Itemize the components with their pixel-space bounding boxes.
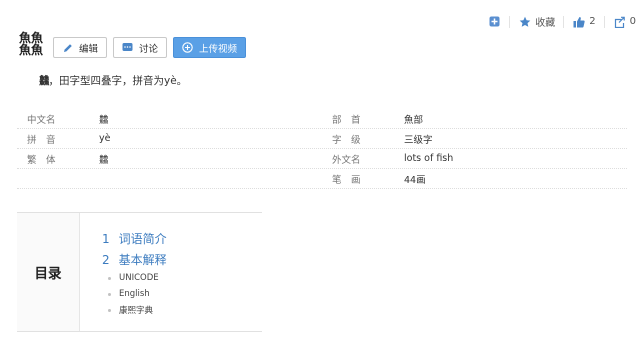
favorite-button[interactable]: 收藏 (518, 14, 555, 29)
toc-section-link[interactable]: 2 基本解释 (102, 249, 167, 270)
info-row: 繁 体 䲜 外文名 lots of fish (17, 149, 627, 169)
info-value: 44画 (404, 174, 426, 186)
toc-section-number: 1 (102, 231, 110, 246)
four-fish-character-icon: 魚魚 魚魚 (18, 31, 44, 57)
bullet-icon (108, 292, 111, 296)
info-value: 䲜 (99, 114, 109, 126)
bullet-icon (108, 276, 111, 280)
upload-video-label: 上传视频 (199, 43, 238, 55)
toc-subitem-label: 康熙字典 (119, 306, 154, 316)
like-count: 2 (589, 16, 596, 27)
toc-subitem-link[interactable]: English (102, 286, 167, 302)
page-title: 魚魚 魚魚 编辑 讨论 上传视频 (17, 31, 247, 58)
toc-section-label: 词语简介 (118, 232, 167, 246)
edit-label: 编辑 (79, 43, 99, 55)
info-row: 笔 画 44画 (17, 169, 627, 189)
upload-video-button[interactable]: 上传视频 (173, 37, 247, 58)
star-icon (518, 15, 531, 28)
discuss-button[interactable]: 讨论 (113, 37, 168, 58)
info-value: yè (99, 133, 111, 144)
toc-subitem-label: English (119, 289, 150, 299)
pencil-icon (62, 42, 73, 53)
edit-button[interactable]: 编辑 (53, 37, 108, 58)
bullet-icon (108, 308, 111, 312)
like-button[interactable]: 2 (572, 15, 596, 28)
chat-icon (122, 42, 133, 53)
add-icon[interactable] (488, 15, 501, 28)
favorite-label: 收藏 (535, 18, 556, 29)
info-key: 外文名 (332, 154, 361, 166)
info-value: 魚部 (404, 114, 424, 126)
info-value: lots of fish (404, 153, 454, 164)
info-row: 中文名 䲜 部 首 魚部 (17, 109, 627, 129)
info-key: 字 级 (332, 134, 361, 146)
info-key: 繁 体 (27, 154, 56, 166)
toc-subitem-link[interactable]: 康熙字典 (102, 302, 167, 318)
info-key: 中文名 (27, 114, 56, 126)
info-key: 笔 画 (332, 174, 361, 186)
top-action-bar: 收藏 2 0 (488, 14, 636, 29)
basic-info-table: 中文名䲜 部 首魚部 拼 音 yè 字 级三级字 繁 体䲜 外文名 lots of … (17, 109, 627, 189)
share-count: 0 (629, 16, 636, 27)
share-icon (613, 15, 626, 28)
info-key: 部 首 (332, 114, 361, 126)
toc-section-link[interactable]: 1 词语简介 (102, 228, 167, 249)
thumbs-up-icon (572, 15, 585, 28)
toc-section-label: 基本解释 (118, 253, 167, 267)
toc-subitem-label: UNICODE (119, 273, 159, 283)
info-key: 拼 音 (27, 134, 56, 146)
summary-glyph: 䲜 (39, 75, 49, 87)
table-of-contents: 目录 1 词语简介 2 基本解释 UNICODE English 康熙字典 (17, 212, 262, 332)
discuss-label: 讨论 (139, 43, 159, 55)
info-row: 拼 音 yè 字 级 三级字 (17, 129, 627, 149)
toc-heading: 目录 (17, 213, 80, 331)
toc-subitem-link[interactable]: UNICODE (102, 270, 167, 286)
share-button[interactable]: 0 (613, 15, 636, 28)
info-value: 䲜 (99, 154, 109, 166)
info-value: 三级字 (404, 134, 433, 146)
toc-section-number: 2 (102, 252, 110, 267)
summary-text: 䲜，田字型四叠字，拼音为yè。 (39, 73, 187, 88)
summary-body: ，田字型四叠字，拼音为yè。 (48, 75, 188, 87)
add-circle-icon (182, 42, 193, 53)
